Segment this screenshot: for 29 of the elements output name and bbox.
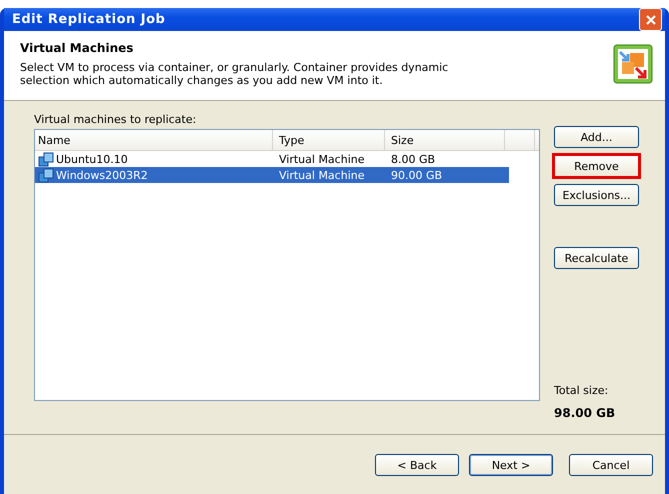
wizard-button[interactable]: < Back <box>375 454 459 476</box>
total-size-label: Total size: <box>554 384 610 397</box>
action-button[interactable]: Exclusions... <box>554 184 639 206</box>
virtual-machine-icon <box>38 152 54 166</box>
vm-row[interactable]: Windows2003R2 Virtual Machine 90.00 GB <box>35 167 509 183</box>
total-size-value: 98.00 GB <box>554 406 616 420</box>
vm-row[interactable]: Ubuntu10.10 Virtual Machine 8.00 GB <box>35 151 509 167</box>
table-cell-text: 90.00 GB <box>390 168 444 182</box>
close-icon <box>644 14 656 26</box>
arrows-logo-icon <box>613 44 653 84</box>
table-cell: Ubuntu10.10 <box>56 152 128 166</box>
page-description: Select VM to process via container, or granularly. Container provides dynamic selection which automatically changes as you add new VM into it. <box>20 61 450 87</box>
close-button[interactable] <box>639 8 662 31</box>
window-title: Edit Replication Job <box>12 12 166 27</box>
action-button[interactable]: Add... <box>554 126 639 148</box>
action-button[interactable]: Recalculate <box>554 247 639 269</box>
table-cell-text: Virtual Machine <box>278 168 366 182</box>
table-cell: Windows2003R2 <box>56 168 148 182</box>
page-title: Virtual Machines <box>20 41 134 55</box>
wizard-button[interactable]: Cancel <box>569 454 653 476</box>
list-label: Virtual machines to replicate: <box>34 113 198 126</box>
column-header[interactable]: Size <box>385 130 505 150</box>
column-header[interactable]: Name <box>35 130 273 150</box>
action-button[interactable]: Remove <box>552 153 641 179</box>
table-cell-text: 8.00 GB <box>390 152 436 166</box>
column-header[interactable]: Type <box>273 130 385 150</box>
table-cell-text: Virtual Machine <box>278 152 366 166</box>
wizard-button[interactable]: Next > <box>469 454 553 476</box>
virtual-machine-icon <box>38 168 54 182</box>
